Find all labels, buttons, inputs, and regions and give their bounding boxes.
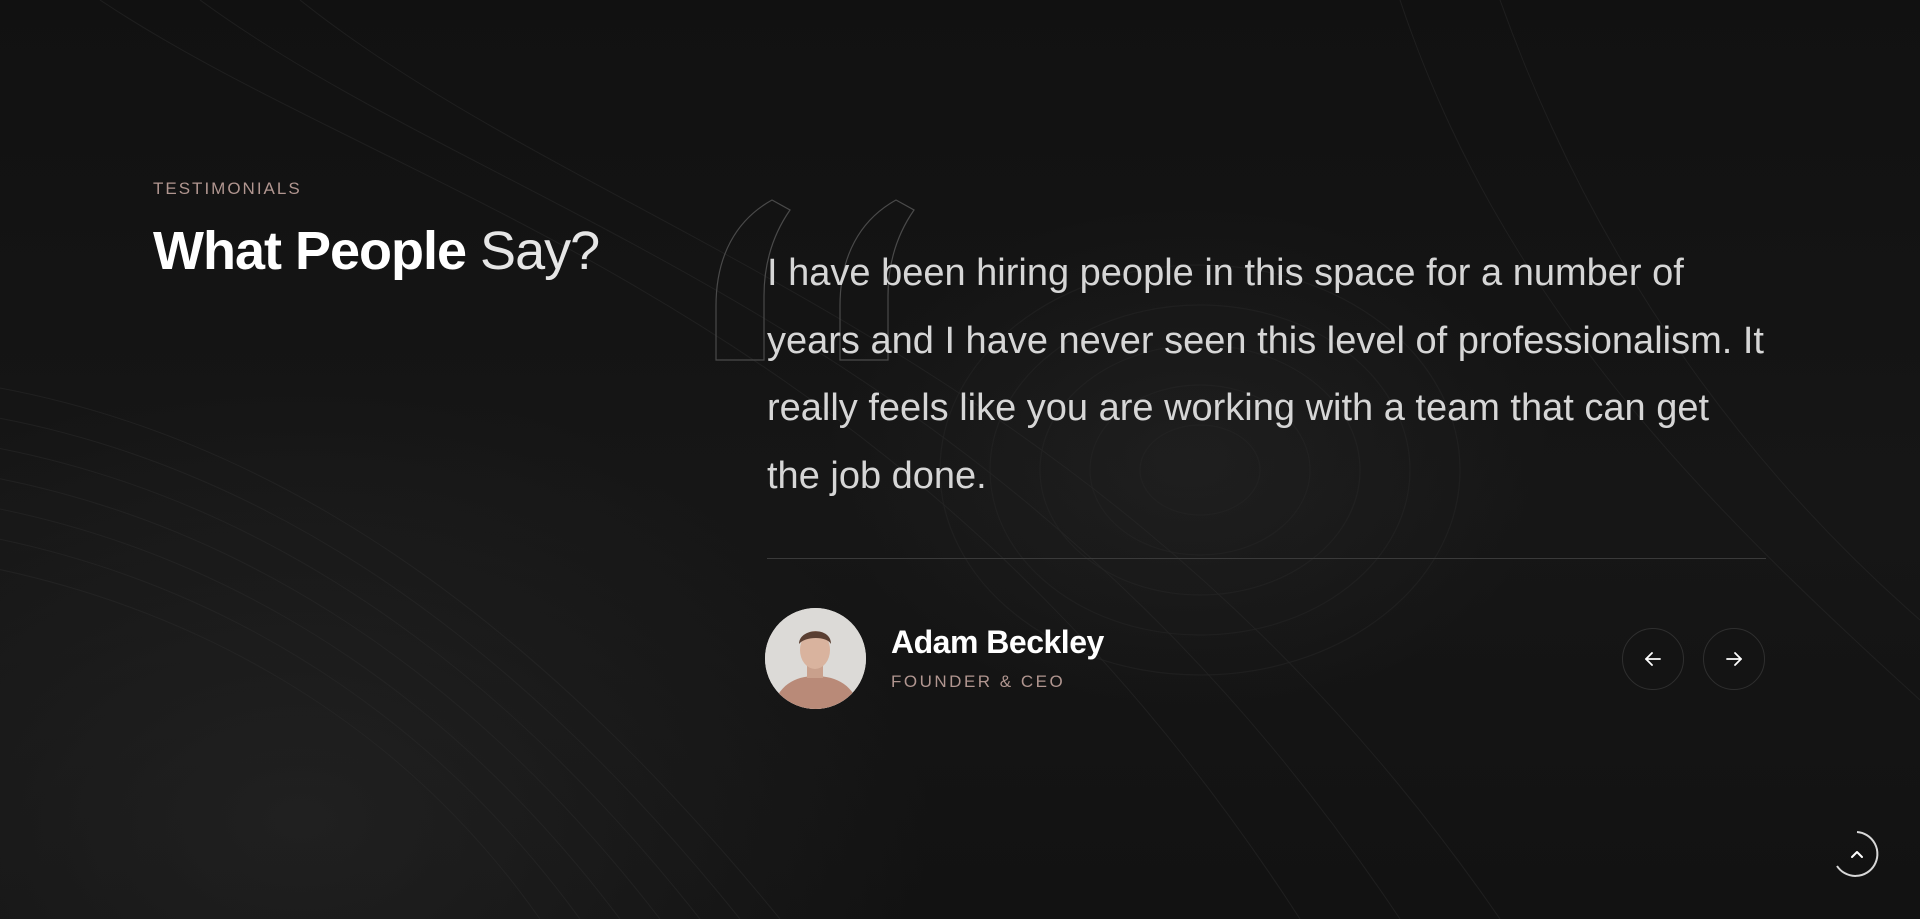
- author-name: Adam Beckley: [891, 624, 1104, 660]
- previous-testimonial-button[interactable]: [1622, 628, 1684, 690]
- section-label: TESTIMONIALS: [153, 179, 302, 198]
- heading-strong: What People: [153, 221, 467, 281]
- divider: [767, 558, 1766, 559]
- scroll-to-top-button[interactable]: [1832, 829, 1882, 879]
- author-role: FOUNDER & CEO: [891, 672, 1066, 691]
- testimonial-quote: I have been hiring people in this space …: [767, 252, 1764, 497]
- author-avatar: [765, 608, 866, 709]
- section-heading: What People Say?: [153, 220, 600, 282]
- next-testimonial-button[interactable]: [1703, 628, 1765, 690]
- chevron-up-icon: [1851, 851, 1863, 858]
- scroll-progress-ring: [1836, 831, 1879, 877]
- arrow-right-icon: [1726, 652, 1742, 666]
- heading-light: Say?: [480, 221, 600, 281]
- arrow-left-icon: [1645, 652, 1661, 666]
